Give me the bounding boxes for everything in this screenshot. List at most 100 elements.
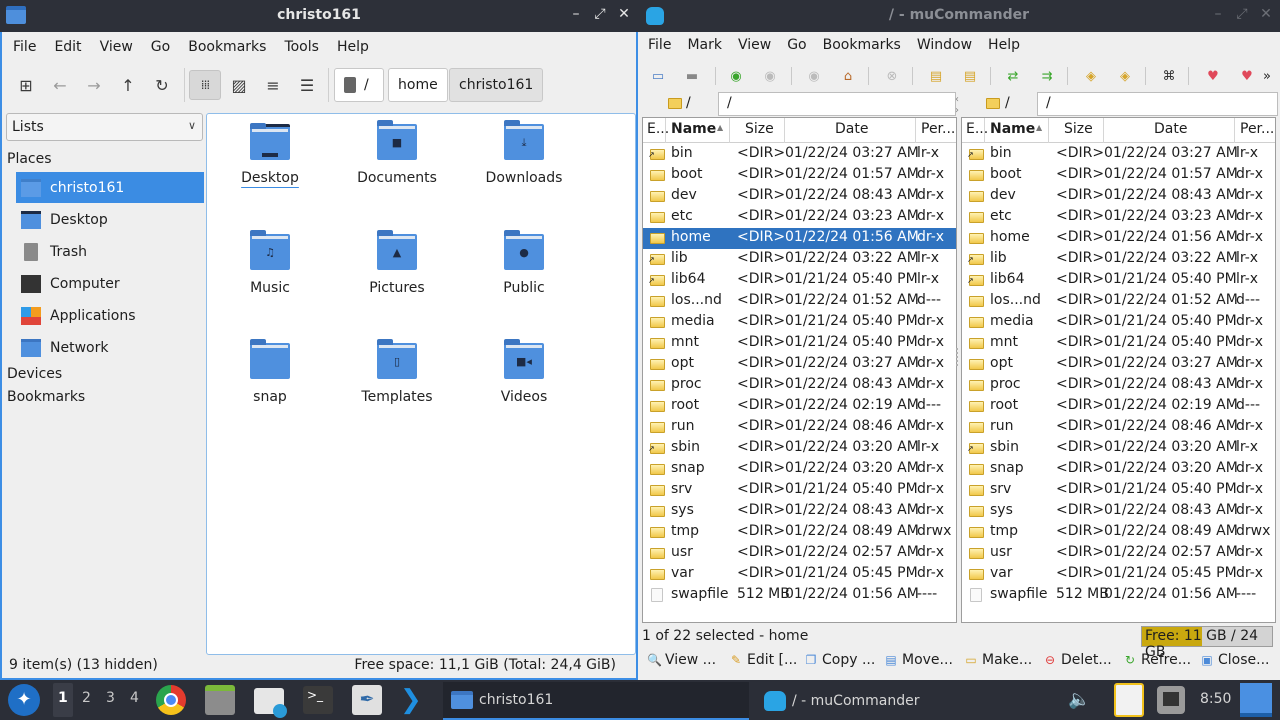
menu-file[interactable]: File: [4, 39, 45, 55]
file-row[interactable]: srv <DIR> 01/21/24 05:40 PM dr-x: [643, 480, 956, 501]
forward-button[interactable]: →: [80, 70, 108, 100]
swap-folders-button[interactable]: ⇄: [1004, 67, 1022, 85]
file-row[interactable]: sys <DIR> 01/22/24 08:43 AM dr-x: [643, 501, 956, 522]
menu-view[interactable]: View: [730, 37, 779, 53]
connect-server-button[interactable]: ▬: [683, 67, 701, 85]
file-row[interactable]: tmp <DIR> 01/22/24 08:49 AM drwx: [643, 522, 956, 543]
new-window-button[interactable]: ▭: [649, 67, 667, 85]
delete-command-button[interactable]: ⊖ Delet...: [1043, 652, 1112, 668]
file-row[interactable]: ↗ sbin <DIR> 01/22/24 03:20 AM lr-x: [962, 438, 1275, 459]
col-name[interactable]: Name: [671, 121, 716, 137]
menu-go[interactable]: Go: [142, 39, 179, 55]
file-row[interactable]: var <DIR> 01/21/24 05:45 PM dr-x: [962, 564, 1275, 585]
folder-item-templates[interactable]: ▯ Templates: [337, 339, 457, 405]
menu-help[interactable]: Help: [328, 39, 378, 55]
file-row[interactable]: media <DIR> 01/21/24 05:40 PM dr-x: [962, 312, 1275, 333]
workspace-3[interactable]: 3: [106, 690, 115, 706]
menu-help[interactable]: Help: [980, 37, 1028, 53]
sidebar-item-network[interactable]: Network: [16, 332, 204, 363]
menu-edit[interactable]: Edit: [45, 39, 90, 55]
breadcrumb-home[interactable]: home: [388, 68, 448, 102]
file-row[interactable]: ↗ sbin <DIR> 01/22/24 03:20 AM lr-x: [643, 438, 956, 459]
file-row[interactable]: proc <DIR> 01/22/24 08:43 AM dr-x: [962, 375, 1275, 396]
mc-titlebar[interactable]: / - muCommander – ⤢ ✕: [638, 0, 1280, 32]
chrome-launcher[interactable]: [156, 685, 186, 715]
sidebar-item-home[interactable]: christo161: [16, 172, 204, 203]
file-row[interactable]: srv <DIR> 01/21/24 05:40 PM dr-x: [962, 480, 1275, 501]
col-date[interactable]: Date: [835, 121, 868, 137]
parent-folder-button[interactable]: ◉: [805, 67, 823, 85]
splitter-handle[interactable]: ‹ ›: [955, 94, 959, 116]
file-row[interactable]: boot <DIR> 01/22/24 01:57 AM dr-x: [643, 165, 956, 186]
right-file-panel[interactable]: E... Name ▲ Size Date Per... ↗ bin <DIR> 01…: [961, 117, 1276, 623]
file-row[interactable]: ↗ lib64 <DIR> 01/21/24 05:40 PM lr-x: [962, 270, 1275, 291]
folder-item-snap[interactable]: snap: [210, 339, 330, 405]
file-row[interactable]: swapfile 512 MB 01/22/24 01:56 AM ----: [962, 585, 1275, 606]
refresh-command-button[interactable]: ↻ Refre...: [1123, 652, 1191, 668]
thumbnail-view-button[interactable]: ▨: [225, 70, 253, 100]
file-row[interactable]: home <DIR> 01/22/24 01:56 AM dr-x: [962, 228, 1275, 249]
folder-item-downloads[interactable]: ⤓ Downloads: [464, 120, 584, 186]
unmark-files-button[interactable]: ▤: [961, 67, 979, 85]
pack-button[interactable]: ◈: [1082, 67, 1100, 85]
make-directory-command-button[interactable]: ▭ Make...: [964, 652, 1032, 668]
file-icon-view[interactable]: Desktop ■ Documents ⤓ Downloads ♫ Music …: [206, 113, 636, 655]
file-row[interactable]: mnt <DIR> 01/21/24 05:40 PM dr-x: [962, 333, 1275, 354]
network-status-button[interactable]: [1157, 686, 1185, 714]
view-command-button[interactable]: 🔍 View ...: [647, 652, 716, 668]
clock[interactable]: 8:50: [1200, 691, 1231, 707]
bookmarks-heading[interactable]: Bookmarks: [7, 389, 85, 405]
file-archiver-launcher[interactable]: [205, 685, 235, 715]
folder-item-pictures[interactable]: ▲ Pictures: [337, 230, 457, 296]
up-button[interactable]: ↑: [114, 70, 142, 100]
software-store-launcher[interactable]: [254, 688, 287, 718]
left-path-input[interactable]: /: [718, 92, 956, 116]
copy-command-button[interactable]: ❐ Copy ...: [804, 652, 876, 668]
file-row[interactable]: swapfile 512 MB 01/22/24 01:56 AM ----: [643, 585, 956, 606]
menu-view[interactable]: View: [91, 39, 142, 55]
folder-item-documents[interactable]: ■ Documents: [337, 120, 457, 186]
file-row[interactable]: mnt <DIR> 01/21/24 05:40 PM dr-x: [643, 333, 956, 354]
sidebar-item-trash[interactable]: Trash: [16, 236, 204, 267]
back-button[interactable]: ◉: [727, 67, 745, 85]
file-row[interactable]: boot <DIR> 01/22/24 01:57 AM dr-x: [962, 165, 1275, 186]
toolbar-overflow-button[interactable]: »: [1258, 67, 1276, 85]
compact-view-button[interactable]: ≡: [259, 70, 287, 100]
text-editor-launcher[interactable]: ✒: [352, 685, 382, 715]
file-row[interactable]: root <DIR> 01/22/24 02:19 AM d---: [962, 396, 1275, 417]
file-row[interactable]: opt <DIR> 01/22/24 03:27 AM dr-x: [643, 354, 956, 375]
col-size[interactable]: Size: [745, 121, 774, 137]
breadcrumb-root[interactable]: /: [334, 68, 384, 102]
file-row[interactable]: home <DIR> 01/22/24 01:56 AM dr-x: [643, 228, 956, 249]
file-row[interactable]: usr <DIR> 01/22/24 02:57 AM dr-x: [962, 543, 1275, 564]
file-row[interactable]: ↗ lib64 <DIR> 01/21/24 05:40 PM lr-x: [643, 270, 956, 291]
sync-folders-button[interactable]: ⇉: [1038, 67, 1056, 85]
file-row[interactable]: snap <DIR> 01/22/24 03:20 AM dr-x: [643, 459, 956, 480]
detailed-view-button[interactable]: ☰: [293, 70, 321, 100]
file-row[interactable]: los...nd <DIR> 01/22/24 01:52 AM d---: [643, 291, 956, 312]
workspace-4[interactable]: 4: [130, 690, 139, 706]
file-row[interactable]: dev <DIR> 01/22/24 08:43 AM dr-x: [962, 186, 1275, 207]
close-command-button[interactable]: ▣ Close...: [1200, 652, 1269, 668]
menu-tools[interactable]: Tools: [275, 39, 328, 55]
bookmarks-button[interactable]: ♥: [1238, 67, 1256, 85]
file-row[interactable]: proc <DIR> 01/22/24 08:43 AM dr-x: [643, 375, 956, 396]
menu-bookmarks[interactable]: Bookmarks: [179, 39, 275, 55]
left-root-button[interactable]: /: [686, 95, 691, 111]
reload-button[interactable]: ↻: [148, 70, 176, 100]
panel-splitter[interactable]: [956, 348, 960, 366]
file-row[interactable]: var <DIR> 01/21/24 05:45 PM dr-x: [643, 564, 956, 585]
file-row[interactable]: sys <DIR> 01/22/24 08:43 AM dr-x: [962, 501, 1275, 522]
icon-view-button[interactable]: ⁞⁞⁞: [189, 70, 221, 100]
home-button[interactable]: ⌂: [839, 67, 857, 85]
file-row[interactable]: ↗ bin <DIR> 01/22/24 03:27 AM lr-x: [962, 144, 1275, 165]
file-row[interactable]: ↗ bin <DIR> 01/22/24 03:27 AM lr-x: [643, 144, 956, 165]
right-root-button[interactable]: /: [1005, 95, 1010, 111]
file-row[interactable]: snap <DIR> 01/22/24 03:20 AM dr-x: [962, 459, 1275, 480]
move-command-button[interactable]: ▤ Move...: [884, 652, 953, 668]
file-row[interactable]: root <DIR> 01/22/24 02:19 AM d---: [643, 396, 956, 417]
places-heading[interactable]: Places: [7, 151, 52, 167]
file-row[interactable]: ↗ lib <DIR> 01/22/24 03:22 AM lr-x: [643, 249, 956, 270]
close-button[interactable]: ✕: [1260, 6, 1272, 22]
folder-item-music[interactable]: ♫ Music: [210, 230, 330, 296]
